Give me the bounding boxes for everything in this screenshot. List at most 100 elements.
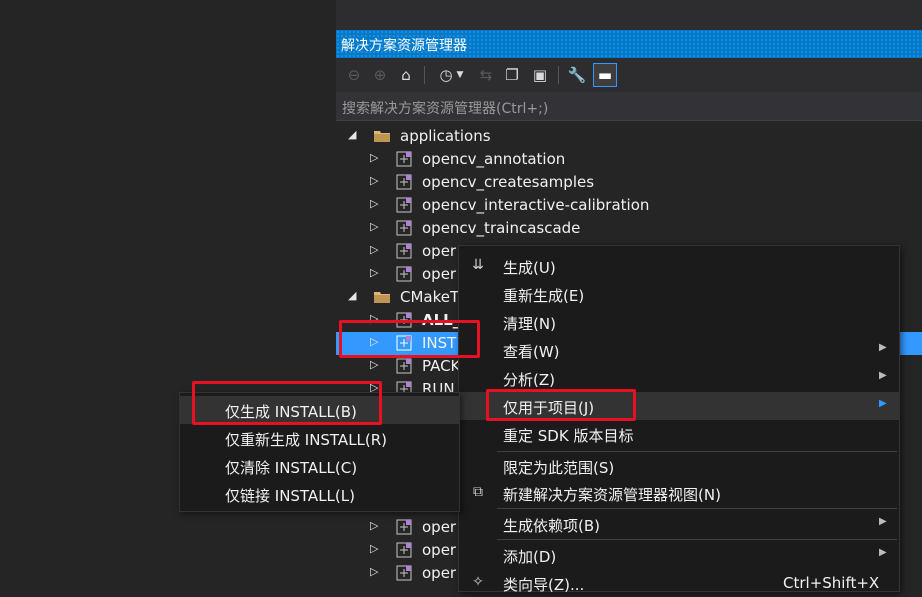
collapsed-arrow-icon[interactable]: ▷ (370, 358, 378, 371)
menu-item-retarget-sdk[interactable]: 重定 SDK 版本目标 (459, 420, 899, 448)
submenu-arrow-icon: ▶ (879, 547, 887, 558)
sync-icon[interactable]: ⇆ (474, 63, 498, 87)
tree-item-label: PACK (422, 357, 461, 375)
back-icon[interactable]: ⊖ (342, 63, 366, 87)
menu-item-new-explorer-view[interactable]: ⧉ 新建解决方案资源管理器视图(N) (459, 479, 899, 507)
tree-item-label: oper (422, 265, 457, 283)
menu-item-label: 重新生成(E) (503, 287, 585, 305)
cpp-project-icon (396, 312, 412, 328)
submenu-arrow-icon: ▶ (879, 342, 887, 353)
tree-item[interactable]: ▷ opencv_createsamples (336, 171, 922, 194)
collapsed-arrow-icon[interactable]: ▷ (370, 220, 378, 233)
cpp-project-icon (396, 220, 412, 236)
panel-title-bar[interactable]: 解决方案资源管理器 (336, 30, 922, 58)
menu-separator (497, 508, 897, 509)
menu-item-scope-to-this[interactable]: 限定为此范围(S) (459, 452, 899, 480)
tree-item-label: INST (422, 334, 457, 352)
submenu-item-label: 仅链接 INSTALL(L) (225, 487, 355, 505)
menu-item-rebuild[interactable]: 重新生成(E) (459, 280, 899, 308)
panel-title: 解决方案资源管理器 (341, 38, 467, 54)
menu-item-label: 添加(D) (503, 548, 557, 566)
menu-item-label: 限定为此范围(S) (503, 459, 615, 477)
build-icon: ⇊ (472, 257, 484, 273)
tree-item-label: opencv_traincascade (422, 219, 581, 237)
properties-wrench-icon[interactable]: 🔧 (565, 63, 589, 87)
tree-item[interactable]: ▷ opencv_traincascade (336, 217, 922, 240)
cpp-project-icon (396, 358, 412, 374)
submenu-item-link-install[interactable]: 仅链接 INSTALL(L) (180, 480, 459, 508)
menu-item-analyze[interactable]: 分析(Z) ▶ (459, 364, 899, 392)
search-box[interactable]: 搜索解决方案资源管理器(Ctrl+;) (336, 92, 922, 121)
menu-item-build[interactable]: ⇊ 生成(U) (459, 252, 899, 280)
menu-item-project-only[interactable]: 仅用于项目(J) ▶ (459, 392, 899, 420)
menu-separator (497, 539, 897, 540)
menu-item-view[interactable]: 查看(W) ▶ (459, 336, 899, 364)
context-menu: ⇊ 生成(U) 重新生成(E) 清理(N) 查看(W) ▶ 分析(Z) ▶ 仅用… (458, 245, 900, 594)
search-placeholder: 搜索解决方案资源管理器(Ctrl+;) (342, 101, 549, 117)
collapsed-arrow-icon[interactable]: ▷ (370, 174, 378, 187)
tree-item[interactable]: ▷ opencv_interactive-calibration (336, 194, 922, 217)
cpp-project-icon (396, 335, 412, 351)
submenu-arrow-icon: ▶ (879, 370, 887, 381)
collapsed-arrow-icon[interactable]: ▷ (370, 335, 378, 348)
tree-item-label: ALL_ (422, 311, 461, 329)
submenu-item-build-install[interactable]: 仅生成 INSTALL(B) (180, 396, 459, 424)
panel-top-strip (336, 0, 922, 30)
collapsed-arrow-icon[interactable]: ▷ (370, 542, 378, 555)
collapsed-arrow-icon[interactable]: ▷ (370, 565, 378, 578)
toolbar-separator (558, 66, 559, 84)
tree-folder-applications[interactable]: ◢ applications (336, 125, 922, 148)
tree-item-label: opencv_interactive-calibration (422, 196, 650, 214)
tree-item-label: opencv_annotation (422, 150, 566, 168)
toolbar-separator (424, 66, 425, 84)
menu-item-label: 查看(W) (503, 343, 560, 361)
collapsed-arrow-icon[interactable]: ▷ (370, 243, 378, 256)
new-view-icon: ⧉ (473, 484, 483, 500)
expanded-arrow-icon[interactable]: ◢ (348, 289, 356, 302)
menu-item-build-dependencies[interactable]: 生成依赖项(B) ▶ (459, 510, 899, 538)
preview-pin-icon[interactable]: ▬ (593, 63, 617, 87)
cpp-project-icon (396, 519, 412, 535)
submenu-arrow-icon: ▶ (879, 398, 887, 409)
menu-item-label: 重定 SDK 版本目标 (503, 427, 634, 445)
cpp-project-icon (396, 565, 412, 581)
submenu-item-label: 仅重新生成 INSTALL(R) (225, 431, 388, 449)
tree-item[interactable]: ▷ opencv_annotation (336, 148, 922, 171)
tree-item-label: CMakeT (400, 288, 460, 306)
collapsed-arrow-icon[interactable]: ▷ (370, 312, 378, 325)
class-wizard-icon: ✧ (472, 574, 484, 590)
submenu-item-label: 仅生成 INSTALL(B) (225, 403, 357, 421)
home-icon[interactable]: ⌂ (394, 63, 418, 87)
tree-item-label: opencv_createsamples (422, 173, 595, 191)
menu-item-shortcut: Ctrl+Shift+X (783, 574, 880, 592)
chevron-down-icon[interactable]: ▼ (454, 63, 466, 87)
collapsed-arrow-icon[interactable]: ▷ (370, 266, 378, 279)
expanded-arrow-icon[interactable]: ◢ (348, 128, 356, 141)
solution-explorer-toolbar: ⊖ ⊕ ⌂ ◷ ▼ ⇆ ❐ ▣ 🔧 ▬ (336, 58, 922, 92)
cpp-project-icon (396, 151, 412, 167)
menu-item-clean[interactable]: 清理(N) (459, 308, 899, 336)
menu-item-label: 清理(N) (503, 315, 556, 333)
menu-item-add[interactable]: 添加(D) ▶ (459, 541, 899, 569)
menu-item-label: 类向导(Z)... (503, 576, 585, 594)
cpp-project-icon (396, 266, 412, 282)
menu-item-label: 仅用于项目(J) (503, 399, 595, 417)
collapse-all-icon[interactable]: ❐ (500, 63, 524, 87)
folder-icon (374, 131, 390, 142)
collapsed-arrow-icon[interactable]: ▷ (370, 197, 378, 210)
menu-item-label: 新建解决方案资源管理器视图(N) (503, 486, 721, 504)
folder-icon (374, 292, 390, 303)
submenu-item-label: 仅清除 INSTALL(C) (225, 459, 358, 477)
collapsed-arrow-icon[interactable]: ▷ (370, 519, 378, 532)
tree-item-label: oper (422, 541, 457, 559)
collapsed-arrow-icon[interactable]: ▷ (370, 151, 378, 164)
tree-item-label: oper (422, 518, 457, 536)
menu-item-label: 生成依赖项(B) (503, 517, 600, 535)
menu-item-class-wizard[interactable]: ✧ 类向导(Z)... Ctrl+Shift+X (459, 569, 899, 597)
menu-item-label: 生成(U) (503, 259, 556, 277)
cpp-project-icon (396, 542, 412, 558)
forward-icon[interactable]: ⊕ (368, 63, 392, 87)
submenu-item-rebuild-install[interactable]: 仅重新生成 INSTALL(R) (180, 424, 459, 452)
show-all-files-icon[interactable]: ▣ (528, 63, 552, 87)
submenu-item-clean-install[interactable]: 仅清除 INSTALL(C) (180, 452, 459, 480)
